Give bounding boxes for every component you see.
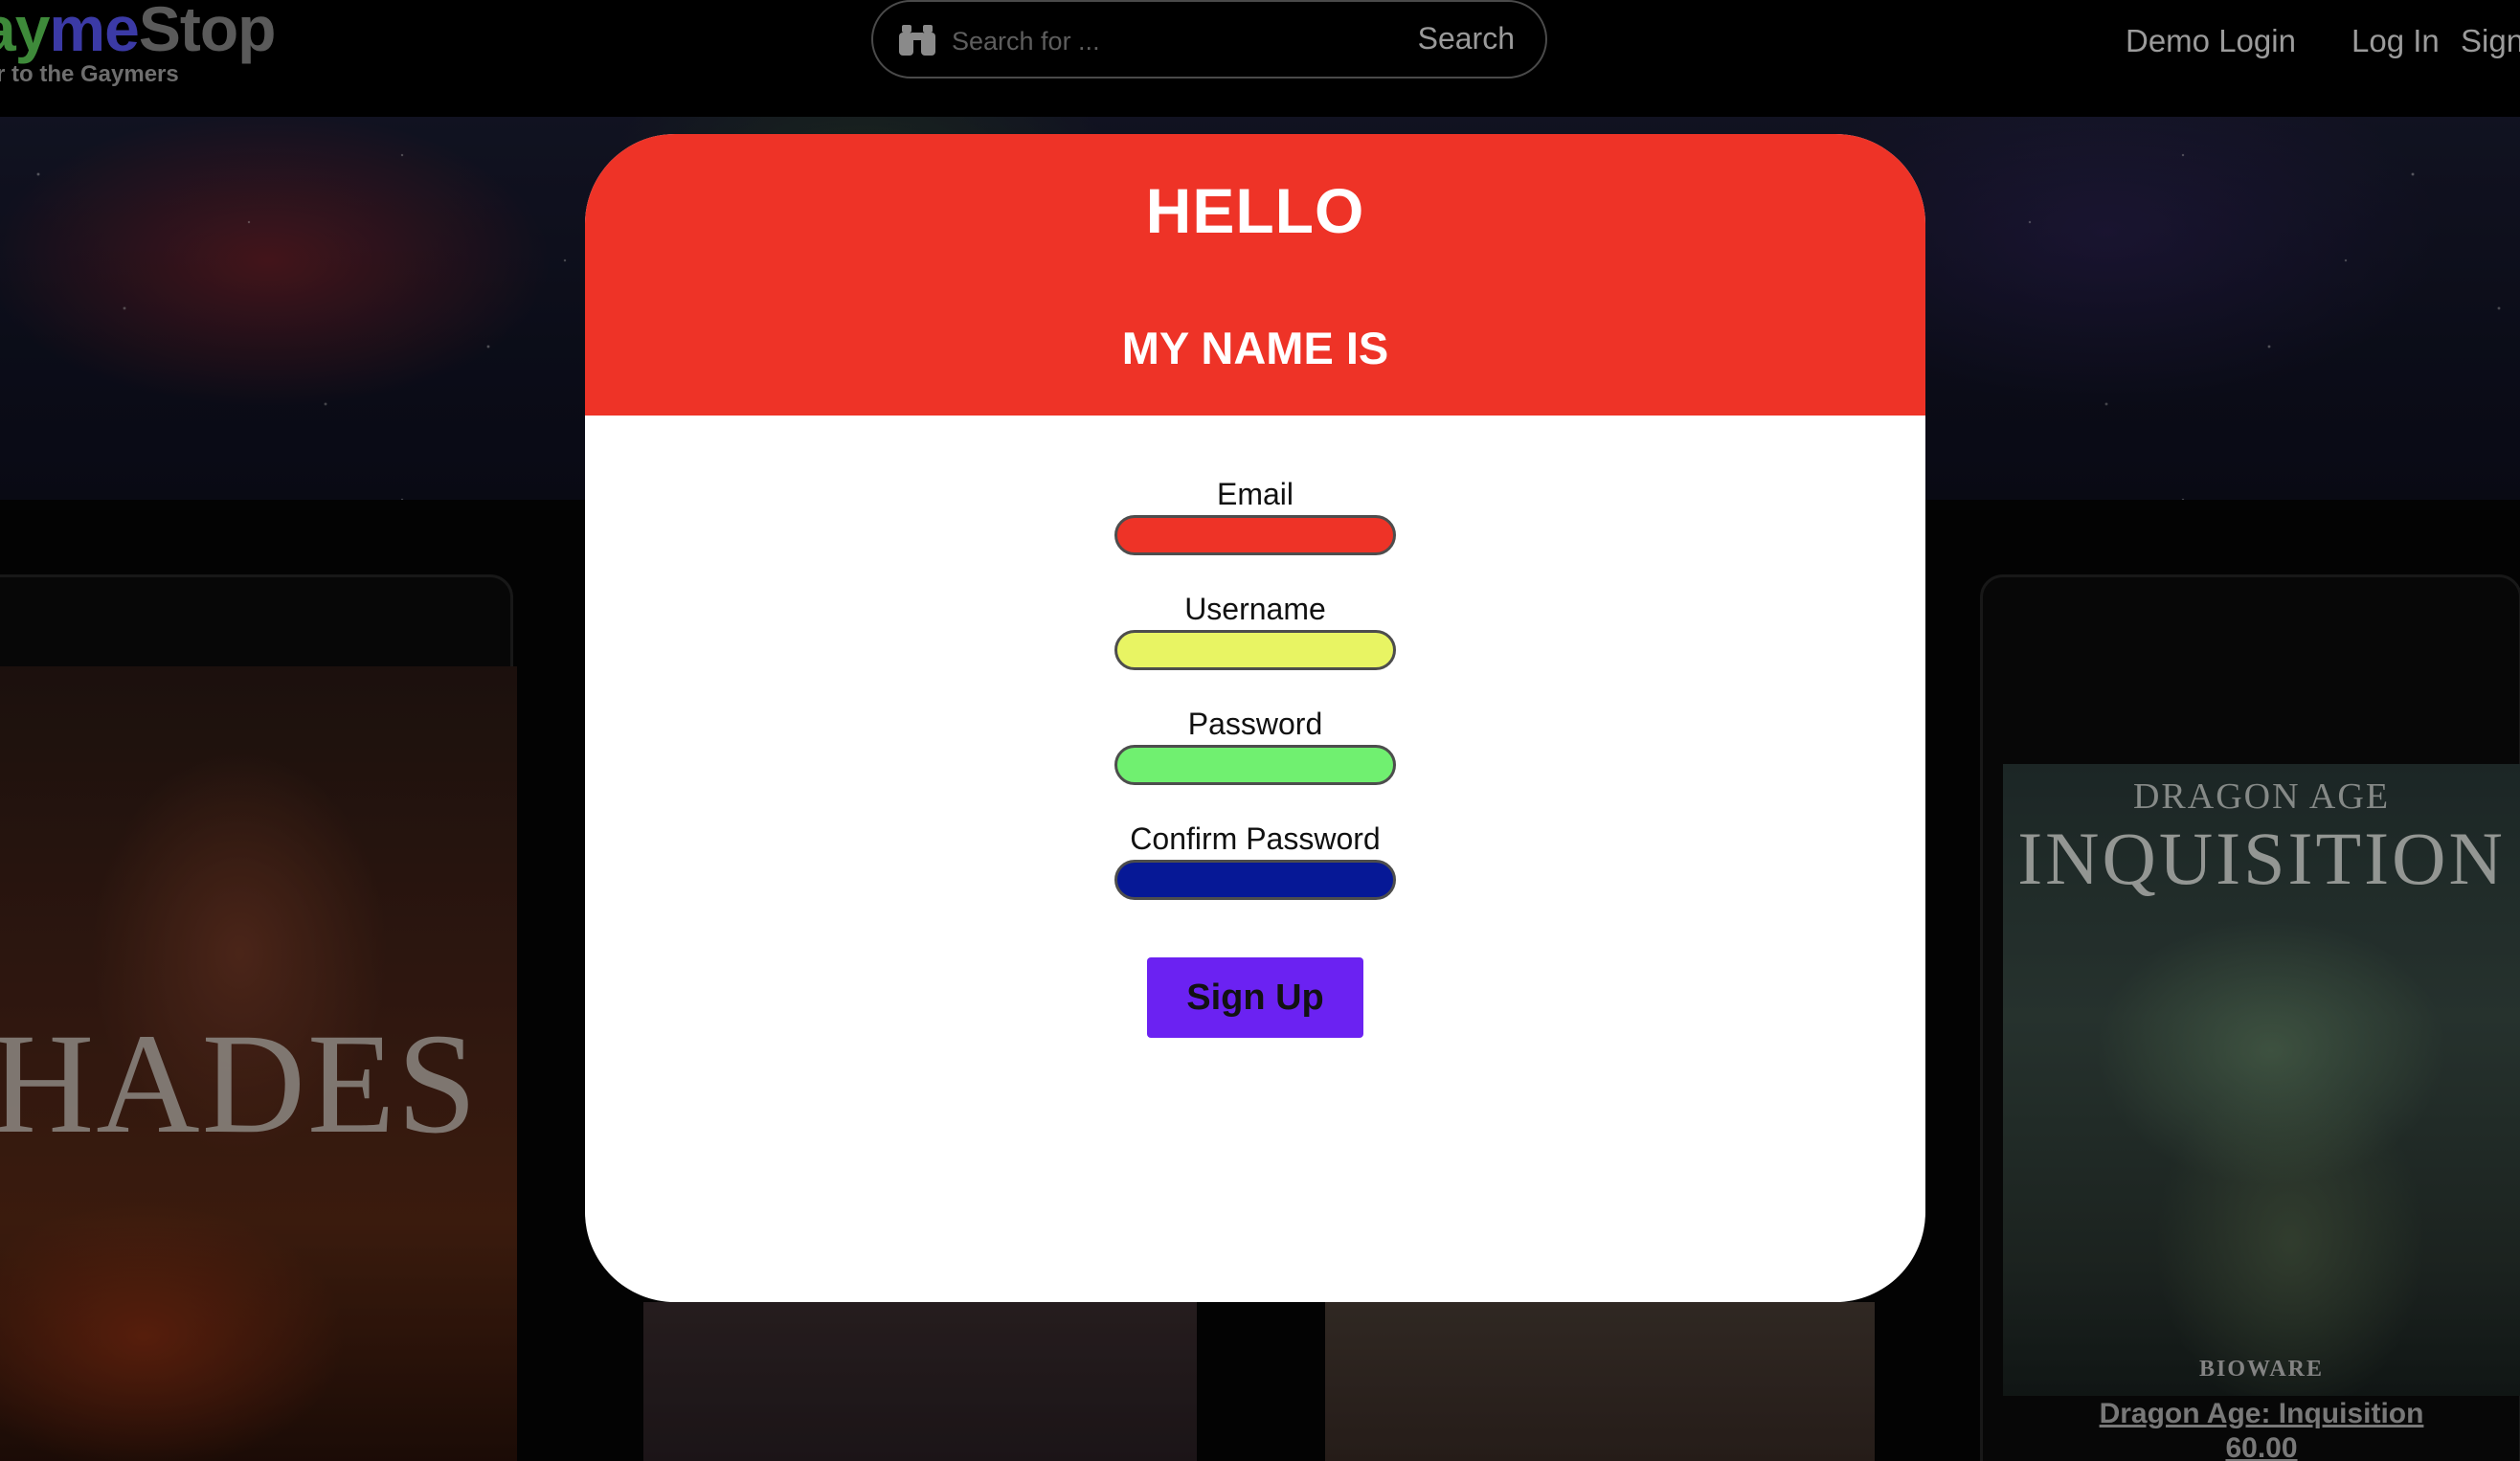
top-nav: aymeStop r to the Gaymers Search Demo Lo… <box>0 0 2520 117</box>
logo-part-3: Stop <box>138 0 277 64</box>
email-label: Email <box>1216 477 1294 511</box>
logo-part-1: ay <box>0 0 50 64</box>
confirm-password-label: Confirm Password <box>1130 821 1381 856</box>
password-label: Password <box>1187 707 1323 741</box>
signup-modal: HELLO MY NAME IS Email Username Password… <box>585 134 1925 1302</box>
confirm-password-field[interactable] <box>1114 860 1396 900</box>
site-logo[interactable]: aymeStop <box>0 0 277 65</box>
site-tagline: r to the Gaymers <box>0 61 179 87</box>
demo-login-link[interactable]: Demo Login <box>2126 23 2296 59</box>
modal-header: HELLO MY NAME IS <box>585 134 1925 416</box>
password-field[interactable] <box>1114 745 1396 785</box>
log-in-link[interactable]: Log In <box>2351 23 2440 59</box>
my-name-is-heading: MY NAME IS <box>1121 323 1389 373</box>
page: HADES DRAGON AGE INQUISITION BIOWARE Dra… <box>0 0 2520 1461</box>
hello-heading: HELLO <box>1145 175 1365 246</box>
email-field[interactable] <box>1114 515 1396 555</box>
sign-up-link[interactable]: Sign <box>2461 23 2520 59</box>
username-field[interactable] <box>1114 630 1396 670</box>
logo-part-2: me <box>49 0 139 64</box>
search-input[interactable] <box>950 19 1356 63</box>
search-button[interactable]: Search <box>1418 21 1515 56</box>
sign-up-button[interactable]: Sign Up <box>1147 957 1363 1038</box>
binoculars-icon <box>898 23 936 57</box>
username-label: Username <box>1184 592 1326 626</box>
search-bar: Search <box>871 0 1547 79</box>
